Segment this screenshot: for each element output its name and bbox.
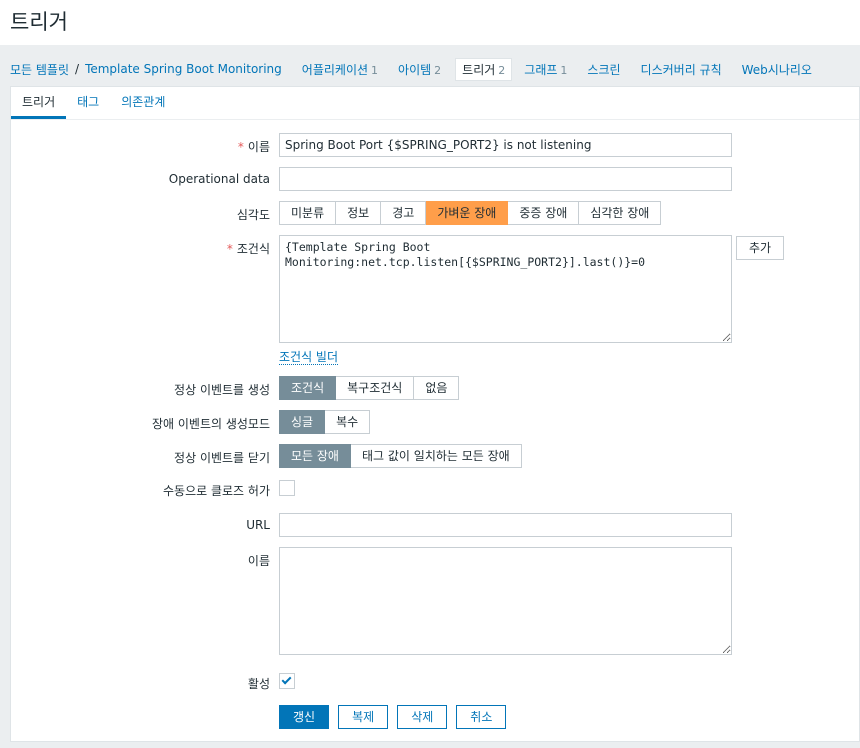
opdata-field-wrap [279, 167, 732, 191]
nav-discovery-rules[interactable]: 디스커버리 규칙 [641, 61, 722, 78]
mode-label: 장애 이벤트의 생성모드 [151, 417, 270, 431]
checkmark-icon [281, 674, 292, 685]
nav-graphs[interactable]: 그래프 1 [524, 61, 567, 78]
add-expression-button[interactable]: 추가 [736, 236, 784, 260]
ok-event-label: 정상 이벤트를 생성 [174, 383, 270, 397]
delete-button[interactable]: 삭제 [397, 705, 448, 729]
trigger-form-card: 트리거 태그 의존관계 *이름 Operational data 심각도 미분류… [10, 86, 860, 742]
severity-label: 심각도 [236, 208, 270, 222]
close-selector: 모든 장애 태그 값이 일치하는 모든 장애 [279, 444, 522, 468]
builder-wrap: 조건식 빌더 [279, 348, 339, 365]
severity-average[interactable]: 가벼운 장애 [426, 201, 509, 225]
required-mark: * [226, 242, 233, 256]
close-label: 정상 이벤트를 닫기 [174, 451, 270, 465]
close-all-problems[interactable]: 모든 장애 [279, 444, 351, 468]
severity-selector: 미분류 정보 경고 가벼운 장애 중증 장애 심각한 장애 [279, 201, 662, 225]
enabled-wrap [279, 673, 295, 689]
ok-event-none[interactable]: 없음 [414, 376, 460, 400]
nav-triggers-label: 트리거 [462, 62, 496, 77]
cancel-button[interactable]: 취소 [456, 705, 507, 729]
name-label: * 이름 [238, 138, 270, 155]
url-field-wrap [279, 513, 732, 537]
mode-multiple[interactable]: 복수 [325, 410, 371, 434]
manual-close-wrap [279, 480, 295, 496]
required-mark: * [237, 140, 244, 154]
update-button[interactable]: 갱신 [279, 705, 330, 729]
nav-items-label: 아이템 [398, 62, 432, 77]
close-tag-match[interactable]: 태그 값이 일치하는 모든 장애 [350, 444, 522, 468]
name-input[interactable] [279, 133, 732, 157]
clone-button[interactable]: 복제 [338, 705, 389, 729]
severity-high[interactable]: 중증 장애 [508, 201, 580, 225]
nav-applications[interactable]: 어플리케이션 1 [302, 61, 378, 78]
nav-graphs-label: 그래프 [524, 62, 558, 77]
severity-information[interactable]: 정보 [336, 201, 382, 225]
expression-field-wrap: {Template Spring Boot Monitoring:net.tcp… [279, 235, 732, 346]
description-field-wrap [279, 547, 732, 658]
description-textarea[interactable] [279, 547, 732, 655]
severity-warning[interactable]: 경고 [381, 201, 427, 225]
tab-dependencies[interactable]: 의존관계 [110, 87, 176, 119]
breadcrumb-separator: / [75, 62, 80, 76]
mode-single[interactable]: 싱글 [279, 410, 326, 434]
nav-triggers-count: 2 [498, 63, 506, 77]
nav-graphs-count: 1 [560, 63, 568, 77]
expression-textarea[interactable]: {Template Spring Boot Monitoring:net.tcp… [279, 235, 732, 343]
breadcrumb-nav: 모든 템플릿 / Template Spring Boot Monitoring… [10, 57, 812, 81]
opdata-input[interactable] [279, 167, 732, 191]
tab-tags[interactable]: 태그 [66, 87, 110, 119]
form-tabs: 트리거 태그 의존관계 [11, 87, 176, 119]
name-label-text: 이름 [247, 140, 270, 154]
url-label: URL [246, 518, 270, 532]
mode-selector: 싱글 복수 [279, 410, 371, 434]
nav-template-name[interactable]: Template Spring Boot Monitoring [85, 62, 282, 76]
manual-close-checkbox[interactable] [279, 480, 295, 496]
page-title: 트리거 [10, 10, 68, 34]
severity-not-classified[interactable]: 미분류 [279, 201, 337, 225]
expression-label-text: 조건식 [236, 242, 270, 256]
nav-applications-count: 1 [371, 63, 379, 77]
ok-event-expression[interactable]: 조건식 [279, 376, 337, 400]
expression-label: * 조건식 [227, 240, 270, 257]
enabled-label: 활성 [247, 677, 270, 691]
enabled-checkbox[interactable] [279, 673, 295, 689]
nav-triggers[interactable]: 트리거 2 [455, 57, 513, 81]
nav-all-templates[interactable]: 모든 템플릿 [10, 61, 69, 78]
url-input[interactable] [279, 513, 732, 537]
expression-builder-link[interactable]: 조건식 빌더 [279, 350, 339, 365]
form-actions: 갱신 복제 삭제 취소 [279, 705, 515, 729]
ok-event-recovery-expression[interactable]: 복구조건식 [336, 376, 415, 400]
opdata-label: Operational data [168, 172, 270, 186]
name-field-wrap [279, 133, 732, 157]
nav-applications-label: 어플리케이션 [301, 62, 369, 77]
description-label: 이름 [247, 554, 270, 568]
manual-close-label: 수동으로 클로즈 허가 [163, 484, 270, 498]
nav-items[interactable]: 아이템 2 [398, 61, 441, 78]
nav-screens[interactable]: 스크린 [587, 61, 620, 78]
nav-items-count: 2 [434, 63, 442, 77]
tabs-divider [11, 119, 859, 120]
tab-trigger[interactable]: 트리거 [11, 87, 67, 119]
ok-event-selector: 조건식 복구조건식 없음 [279, 376, 460, 400]
header-bar [0, 0, 860, 46]
severity-disaster[interactable]: 심각한 장애 [579, 201, 662, 225]
nav-web-scenarios[interactable]: Web시나리오 [742, 61, 812, 78]
